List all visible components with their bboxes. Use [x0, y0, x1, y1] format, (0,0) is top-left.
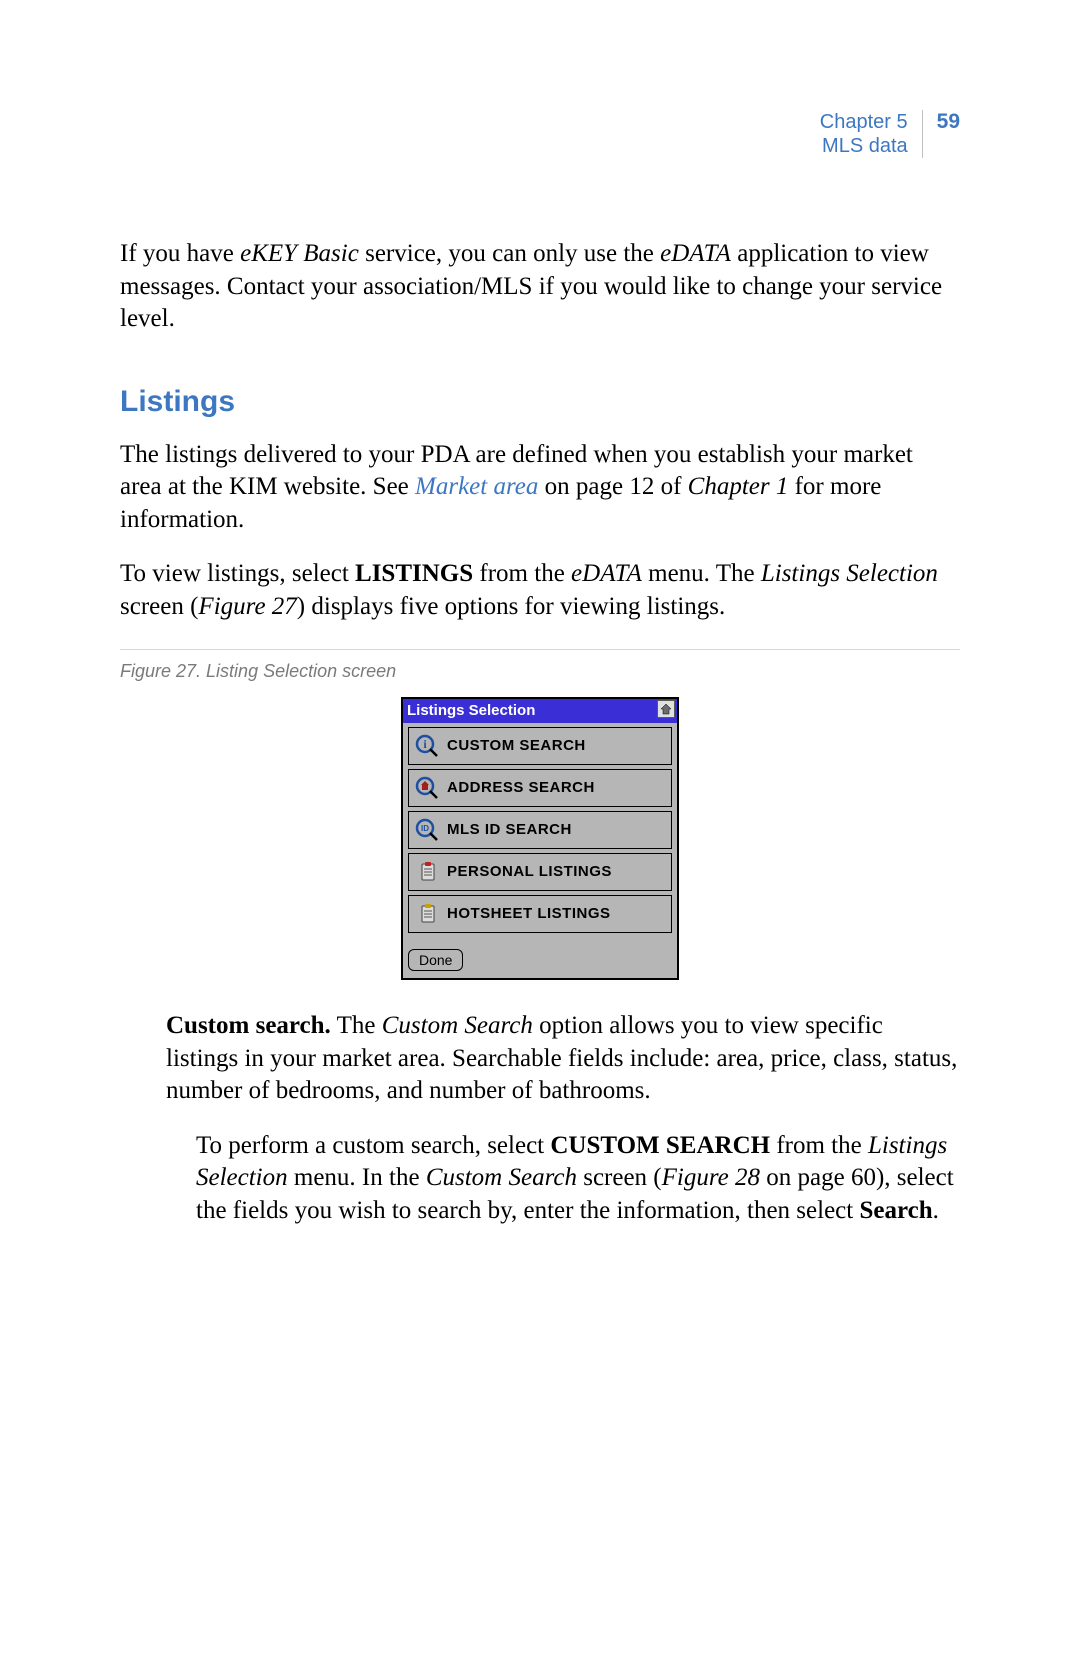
- pda-title-text: Listings Selection: [407, 701, 535, 721]
- pda-item-label: CUSTOM SEARCH: [447, 736, 586, 756]
- product-name: eDATA: [660, 240, 731, 267]
- term: Custom search.: [166, 1012, 331, 1039]
- text: To perform a custom search, select: [196, 1132, 550, 1159]
- pda-item-label: MLS ID SEARCH: [447, 820, 572, 840]
- text: on page 12 of: [538, 473, 687, 500]
- pda-list: i CUSTOM SEARCH ADDRESS SEARCH ID: [403, 723, 677, 939]
- button-name: Search: [859, 1197, 932, 1224]
- text: menu. In the: [288, 1164, 426, 1191]
- pda-item-label: HOTSHEET LISTINGS: [447, 904, 611, 924]
- product-name: eDATA: [571, 560, 642, 587]
- pda-item-mls-id-search[interactable]: ID MLS ID SEARCH: [408, 811, 672, 849]
- search-id-icon: ID: [413, 818, 441, 842]
- pda-item-address-search[interactable]: ADDRESS SEARCH: [408, 769, 672, 807]
- pda-item-label: PERSONAL LISTINGS: [447, 862, 612, 882]
- figure-27: Listings Selection i CUSTOM SEARCH: [120, 697, 960, 980]
- text: ) displays five options for viewing list…: [297, 593, 725, 620]
- clipboard-gold-icon: [413, 902, 441, 926]
- listings-paragraph-1: The listings delivered to your PDA are d…: [120, 439, 960, 537]
- page-header: Chapter 5 MLS data 59: [120, 110, 960, 158]
- search-info-icon: i: [413, 734, 441, 758]
- text: If you have: [120, 240, 240, 267]
- body: If you have eKEY Basic service, you can …: [120, 238, 960, 1227]
- pda-screen: Listings Selection i CUSTOM SEARCH: [401, 697, 679, 980]
- pda-title-bar: Listings Selection: [403, 699, 677, 723]
- pda-item-custom-search[interactable]: i CUSTOM SEARCH: [408, 727, 672, 765]
- custom-search-paragraph-2: To perform a custom search, select CUSTO…: [196, 1130, 960, 1228]
- menu-name: CUSTOM SEARCH: [550, 1132, 770, 1159]
- section-heading-listings: Listings: [120, 382, 960, 421]
- page: Chapter 5 MLS data 59 If you have eKEY B…: [0, 0, 1080, 1669]
- text: from the: [473, 560, 571, 587]
- option-name: Custom Search: [382, 1012, 533, 1039]
- intro-paragraph: If you have eKEY Basic service, you can …: [120, 238, 960, 336]
- text: service, you can only use the: [359, 240, 660, 267]
- header-chapter: Chapter 5: [820, 110, 908, 134]
- custom-search-paragraph-1: Custom search. The Custom Search option …: [166, 1010, 960, 1108]
- cross-reference-link[interactable]: Market area: [415, 473, 538, 500]
- listings-paragraph-2: To view listings, select LISTINGS from t…: [120, 558, 960, 623]
- text: screen (: [577, 1164, 662, 1191]
- text: screen (: [120, 593, 198, 620]
- pda-item-personal-listings[interactable]: PERSONAL LISTINGS: [408, 853, 672, 891]
- figure-reference: Figure 28: [662, 1164, 760, 1191]
- screen-name: Custom Search: [426, 1164, 577, 1191]
- done-button[interactable]: Done: [408, 949, 463, 971]
- chapter-reference: Chapter 1: [688, 473, 789, 500]
- product-name: eKEY Basic: [240, 240, 359, 267]
- pda-footer: Done: [403, 939, 677, 979]
- figure-caption: Figure 27. Listing Selection screen: [120, 660, 960, 683]
- home-icon[interactable]: [657, 700, 675, 718]
- done-button-label: Done: [419, 952, 452, 968]
- text: The: [331, 1012, 382, 1039]
- pda-item-label: ADDRESS SEARCH: [447, 778, 595, 798]
- figure-rule: [120, 649, 960, 650]
- text: .: [933, 1197, 939, 1224]
- clipboard-red-icon: [413, 860, 441, 884]
- search-house-icon: [413, 776, 441, 800]
- text: menu. The: [642, 560, 761, 587]
- figure-reference: Figure 27: [198, 593, 296, 620]
- header-section: MLS data: [820, 134, 908, 158]
- svg-text:ID: ID: [421, 824, 429, 833]
- pda-item-hotsheet-listings[interactable]: HOTSHEET LISTINGS: [408, 895, 672, 933]
- screen-name: Listings Selection: [761, 560, 938, 587]
- text: To view listings, select: [120, 560, 355, 587]
- header-chapter-block: Chapter 5 MLS data: [820, 110, 923, 158]
- text: from the: [770, 1132, 868, 1159]
- svg-text:i: i: [423, 737, 427, 751]
- menu-name: LISTINGS: [355, 560, 473, 587]
- page-number: 59: [923, 110, 960, 158]
